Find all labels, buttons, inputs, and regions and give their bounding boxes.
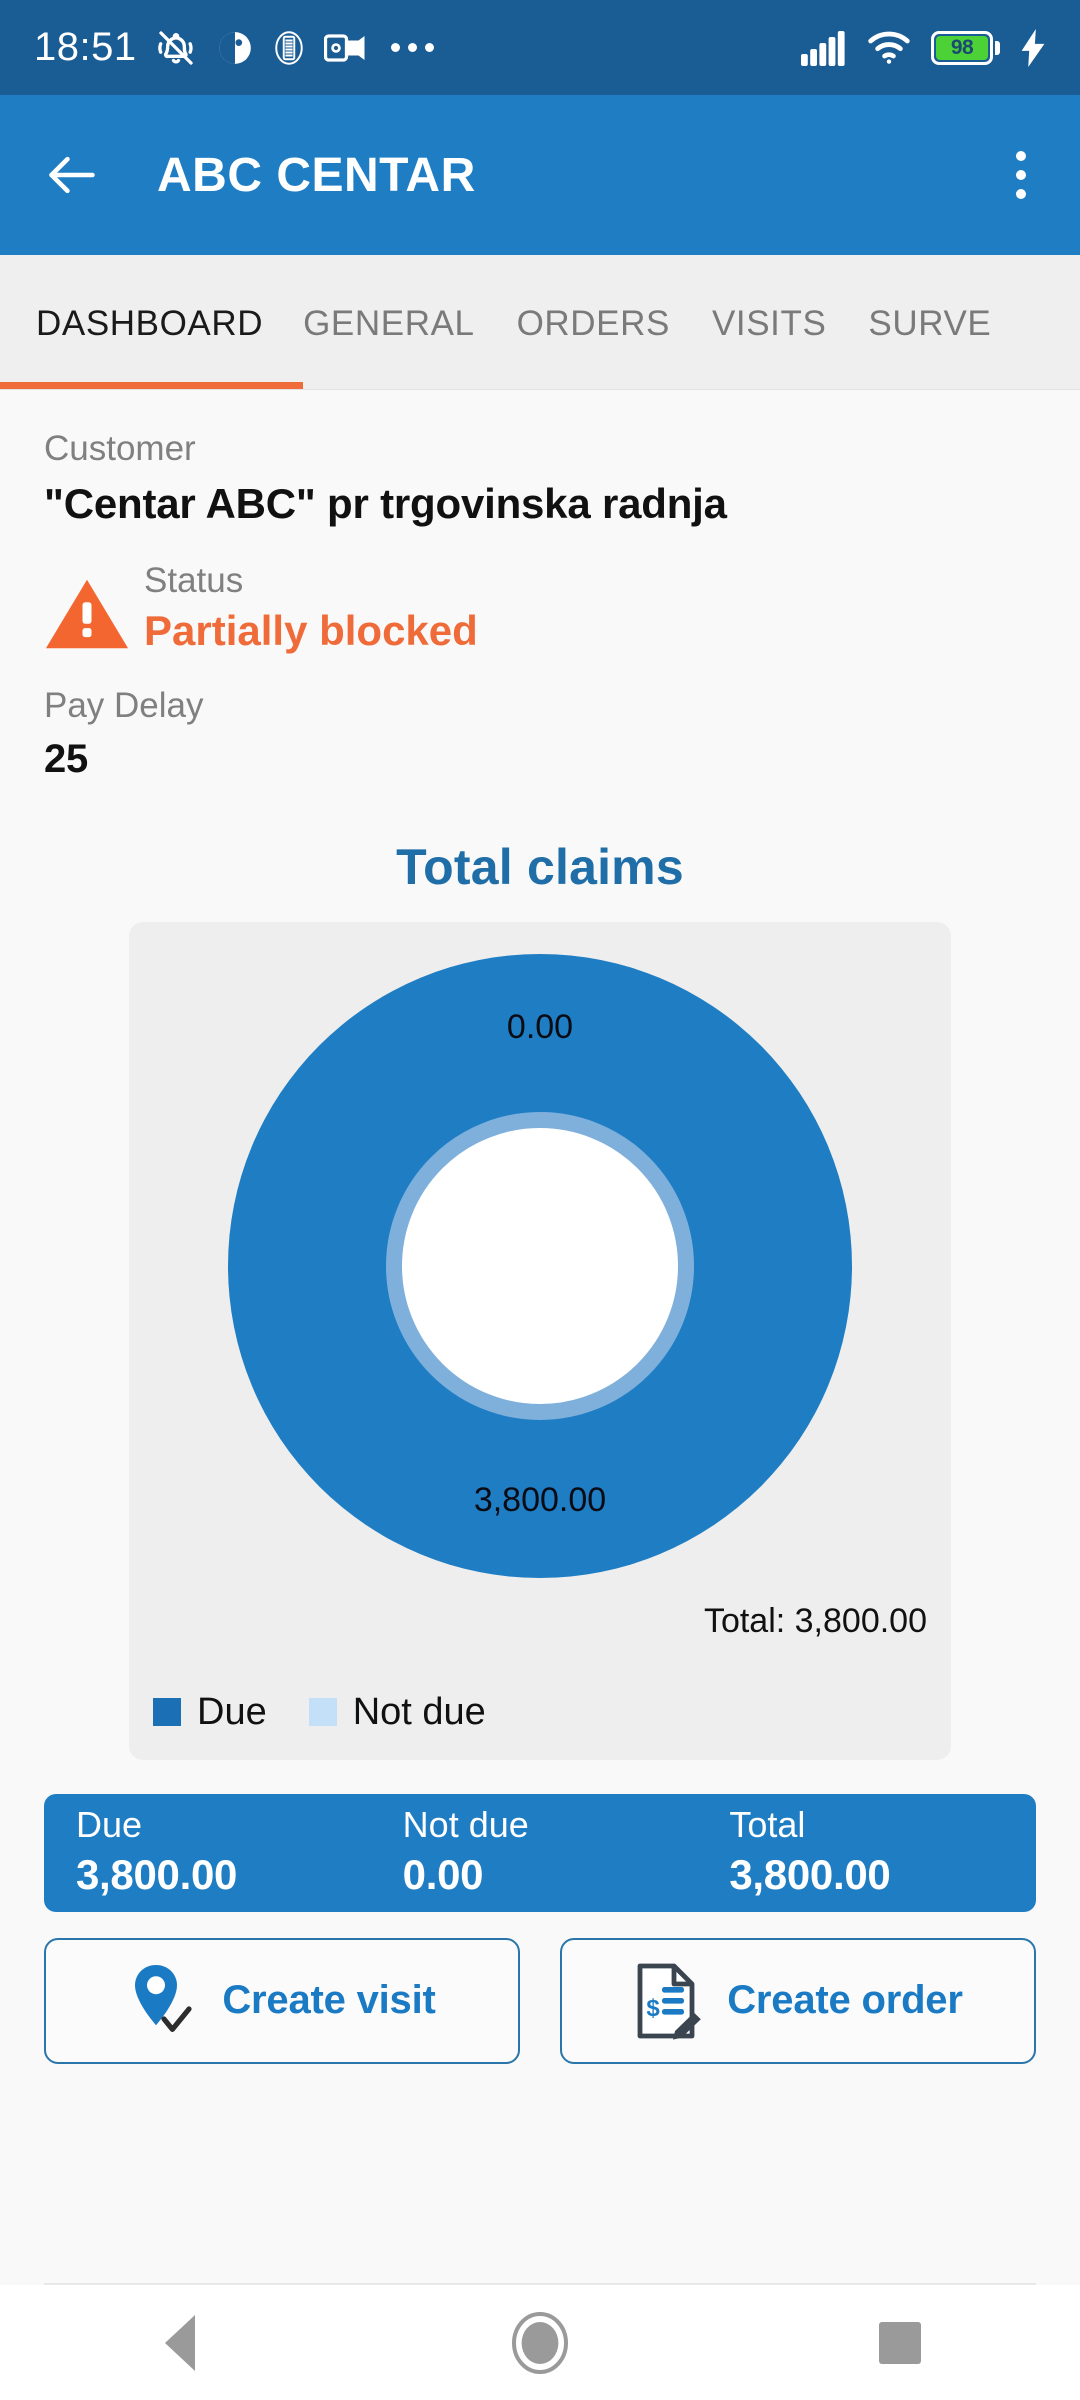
pay-delay-label: Pay Delay	[44, 686, 204, 725]
chart-total-label: Total: 3,800.00	[703, 1601, 927, 1640]
create-visit-label: Create visit	[222, 1978, 436, 2022]
summary-label-total: Total	[729, 1804, 806, 1846]
tab-surveys-label: SURVE	[868, 304, 992, 343]
nav-recents-button[interactable]	[840, 2285, 960, 2400]
pay-delay-block: Pay Delay 25	[44, 683, 1036, 782]
nav-home-circle-icon	[509, 2311, 571, 2374]
status-label: Status	[144, 560, 244, 600]
action-buttons: Create visit $ Create order	[44, 1937, 1036, 2064]
total-claims-chart-card: 0.00 3,800.00 Total: 3,800.00 Due Not du…	[129, 921, 951, 1760]
app-badge-icon	[271, 28, 307, 68]
legend-swatch-not-due	[308, 1698, 337, 1726]
nav-recents-square-icon	[879, 2321, 921, 2364]
legend-swatch-due	[153, 1698, 181, 1726]
legend-item-due[interactable]: Due	[153, 1691, 267, 1734]
bell-muted-icon	[153, 28, 199, 68]
tab-general[interactable]: GENERAL	[303, 255, 516, 389]
tab-visits[interactable]: VISITS	[712, 255, 868, 389]
tab-surveys[interactable]: SURVE	[868, 255, 991, 389]
tab-orders-label: ORDERS	[516, 304, 670, 343]
summary-cell-total: Total 3,800.00	[703, 1806, 1030, 1899]
legend-label-not-due: Not due	[352, 1690, 486, 1733]
tab-general-label: GENERAL	[303, 304, 475, 343]
summary-value-total: 3,800.00	[729, 1850, 891, 1898]
status-bar-notification-icons	[153, 28, 434, 68]
nav-back-button[interactable]	[120, 2285, 240, 2400]
tab-orders[interactable]: ORDERS	[517, 255, 712, 389]
status-row: Status Partially blocked	[44, 558, 1036, 656]
tab-visits-label: VISITS	[711, 304, 827, 343]
outlook-icon	[323, 31, 366, 65]
create-visit-button[interactable]: Create visit	[44, 1937, 520, 2064]
phone-screen: 18:51 98 ABC CENTAR DASHBOARD GENERAL OR…	[0, 0, 1080, 2400]
page-title: ABC CENTAR	[157, 148, 476, 202]
customer-info-block: Customer "Centar ABC" pr trgovinska radn…	[0, 390, 1080, 782]
wifi-icon	[867, 31, 911, 65]
chart-legend: Due Not due	[153, 1691, 486, 1734]
tab-bar[interactable]: DASHBOARD GENERAL ORDERS VISITS SURVE	[0, 255, 1080, 390]
customer-name: "Centar ABC" pr trgovinska radnja	[44, 479, 727, 527]
app-circle-icon	[216, 29, 254, 67]
charging-bolt-icon	[1020, 28, 1046, 67]
tab-dashboard-label: DASHBOARD	[36, 304, 264, 343]
status-bar-clock: 18:51	[34, 25, 137, 69]
summary-label-not-due: Not due	[402, 1804, 529, 1846]
map-pin-check-icon	[128, 1962, 200, 2040]
tab-dashboard[interactable]: DASHBOARD	[0, 255, 304, 389]
summary-value-due: 3,800.00	[76, 1850, 238, 1898]
status-bar: 18:51 98	[0, 0, 1080, 95]
summary-cell-due: Due 3,800.00	[50, 1806, 377, 1899]
battery-percent-label: 98	[950, 35, 974, 59]
status-texts: Status Partially blocked	[144, 558, 478, 656]
summary-label-due: Due	[76, 1804, 143, 1846]
kebab-menu-icon[interactable]	[1006, 141, 1036, 209]
summary-cell-not-due: Not due 0.00	[377, 1806, 704, 1899]
create-order-label: Create order	[727, 1978, 963, 2022]
customer-label: Customer	[44, 429, 196, 468]
document-invoice-pencil-icon: $	[633, 1962, 705, 2040]
donut-label-not-due: 0.00	[506, 1007, 574, 1046]
summary-value-not-due: 0.00	[402, 1850, 484, 1898]
donut-label-due: 3,800.00	[473, 1480, 607, 1519]
back-arrow-icon[interactable]	[44, 150, 100, 200]
warning-triangle-icon	[44, 558, 130, 652]
status-bar-system-icons: 98	[801, 28, 1046, 67]
cellular-signal-icon	[801, 30, 847, 66]
donut-hole	[386, 1111, 694, 1420]
svg-text:$: $	[647, 1995, 661, 2022]
dashboard-content: Customer "Centar ABC" pr trgovinska radn…	[0, 390, 1080, 2285]
nav-back-triangle-icon	[165, 2314, 195, 2371]
app-bar: ABC CENTAR	[0, 95, 1080, 255]
legend-label-due: Due	[197, 1690, 267, 1733]
create-order-button[interactable]: $ Create order	[560, 1937, 1036, 2064]
overflow-dots-icon	[390, 43, 434, 52]
nav-home-button[interactable]	[480, 2285, 600, 2400]
battery-icon: 98	[931, 30, 1000, 65]
legend-item-not-due[interactable]: Not due	[308, 1690, 486, 1734]
status-badge: Partially blocked	[144, 607, 478, 654]
claims-summary-bar: Due 3,800.00 Not due 0.00 Total 3,800.00	[44, 1793, 1036, 1912]
system-nav-bar	[0, 2285, 1080, 2400]
chart-title: Total claims	[396, 838, 684, 895]
pay-delay-value: 25	[44, 736, 89, 781]
donut-chart[interactable]: 0.00 3,800.00	[220, 946, 860, 1586]
